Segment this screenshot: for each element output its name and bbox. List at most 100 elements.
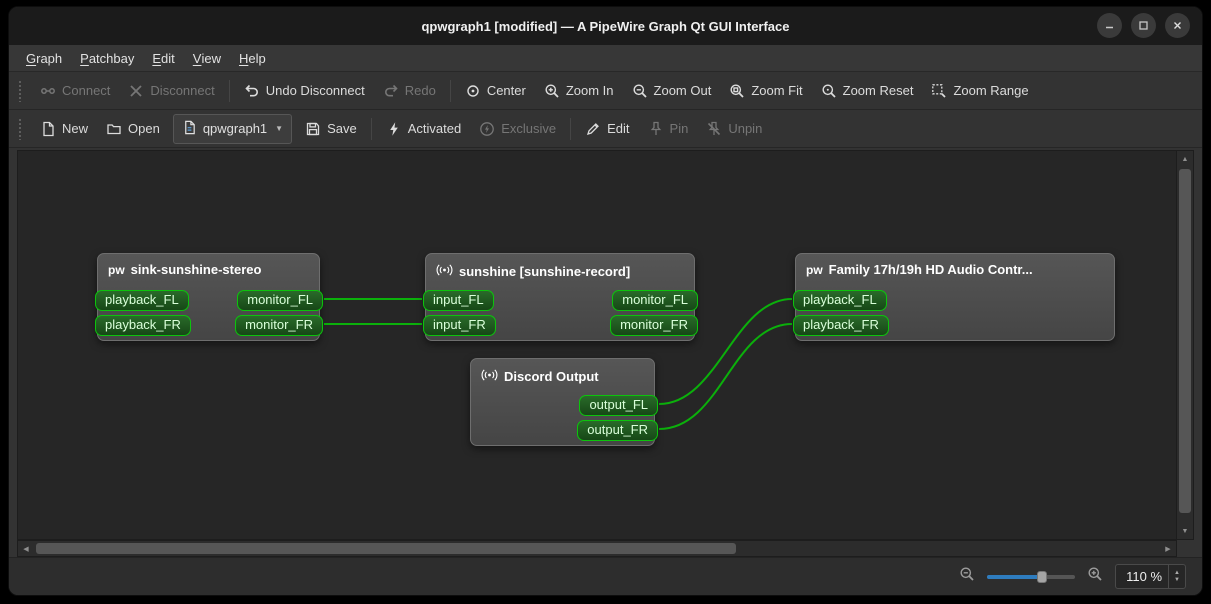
titlebar[interactable]: qpwgraph1 [modified] — A PipeWire Graph …: [9, 7, 1202, 45]
spin-up-arrow[interactable]: ▲: [1174, 570, 1180, 576]
node-family-hd-audio[interactable]: pw Family 17h/19h HD Audio Contr... play…: [793, 253, 1115, 341]
zoom-percent-value: 110 %: [1126, 569, 1163, 584]
open-button[interactable]: Open: [97, 115, 169, 143]
menubar: Graph Patchbay Edit View Help: [9, 45, 1202, 72]
menu-graph[interactable]: Graph: [17, 45, 71, 71]
unpin-icon: [706, 121, 722, 137]
scroll-right-arrow[interactable]: ▶: [1160, 541, 1176, 557]
connection-wires: [324, 298, 793, 430]
node-header: sunshine [sunshine-record]: [426, 254, 694, 285]
redo-icon: [383, 83, 399, 99]
zoom-slider-fill: [987, 574, 1042, 579]
node-header: pw Family 17h/19h HD Audio Contr...: [796, 254, 1114, 281]
menu-edit[interactable]: Edit: [143, 45, 183, 71]
window-title: qpwgraph1 [modified] — A PipeWire Graph …: [421, 18, 790, 34]
horizontal-scrollbar-row: ◀ ▶: [9, 540, 1202, 557]
save-icon: [305, 121, 321, 137]
exclusive-icon: [479, 121, 495, 137]
connect-button[interactable]: Connect: [31, 77, 119, 105]
horizontal-scrollbar[interactable]: ◀ ▶: [17, 540, 1177, 557]
zoom-range-button[interactable]: Zoom Range: [922, 77, 1037, 105]
node-title-text: sink-sunshine-stereo: [130, 262, 262, 277]
zoom-reset-icon: [821, 83, 837, 99]
edit-button[interactable]: Edit: [576, 115, 638, 143]
patchbay-selector[interactable]: qpwgraph1 ▼: [172, 113, 293, 144]
open-folder-icon: [106, 121, 122, 137]
scrollbar-corner: [1177, 540, 1194, 557]
statusbar: 110 % ▲ ▼: [9, 557, 1202, 595]
disconnect-button[interactable]: Disconnect: [119, 77, 223, 105]
graph-port-input[interactable]: playback_FL: [793, 290, 887, 311]
node-header: Discord Output: [471, 359, 654, 390]
graph-port-output[interactable]: monitor_FL: [237, 290, 323, 311]
node-discord-output[interactable]: Discord Output output_FL output_FR: [470, 358, 658, 446]
zoom-slider-handle[interactable]: [1036, 570, 1047, 583]
toolbar-drag-handle[interactable]: [18, 79, 23, 102]
center-button[interactable]: Center: [456, 77, 535, 105]
minimize-button[interactable]: [1097, 13, 1122, 38]
toolbar-separator: [228, 79, 230, 102]
graph-port-input[interactable]: input_FL: [423, 290, 494, 311]
unpin-button[interactable]: Unpin: [697, 115, 771, 143]
graph-port-input[interactable]: input_FR: [423, 315, 496, 336]
undo-icon: [244, 83, 260, 99]
scroll-down-arrow[interactable]: ▼: [1177, 523, 1193, 539]
center-icon: [465, 83, 481, 99]
menu-view[interactable]: View: [184, 45, 230, 71]
maximize-button[interactable]: [1131, 13, 1156, 38]
menu-help[interactable]: Help: [230, 45, 275, 71]
edit-pencil-icon: [585, 121, 601, 137]
pin-icon: [648, 121, 664, 137]
graph-canvas[interactable]: pw sink-sunshine-stereo playback_FL play…: [17, 150, 1177, 540]
connect-icon: [40, 83, 56, 99]
zoom-out-small-icon[interactable]: [959, 566, 975, 587]
new-button[interactable]: New: [31, 115, 97, 143]
zoom-in-icon: [544, 83, 560, 99]
zoom-in-small-icon[interactable]: [1087, 566, 1103, 587]
pipewire-icon: pw: [108, 262, 125, 277]
graph-port-output[interactable]: output_FL: [579, 395, 658, 416]
vertical-scroll-thumb[interactable]: [1179, 169, 1191, 513]
graph-port-output[interactable]: monitor_FR: [235, 315, 323, 336]
scroll-up-arrow[interactable]: ▲: [1177, 151, 1193, 167]
activated-toggle[interactable]: Activated: [377, 115, 470, 143]
graph-port-output[interactable]: monitor_FR: [610, 315, 698, 336]
spin-down-arrow[interactable]: ▼: [1174, 577, 1180, 583]
activated-icon: [386, 121, 402, 137]
close-button[interactable]: [1165, 13, 1190, 38]
exclusive-toggle[interactable]: Exclusive: [470, 115, 565, 143]
vertical-scrollbar[interactable]: ▲ ▼: [1177, 150, 1194, 540]
toolbar-drag-handle[interactable]: [18, 117, 23, 140]
zoom-in-button[interactable]: Zoom In: [535, 77, 623, 105]
redo-button[interactable]: Redo: [374, 77, 445, 105]
save-button[interactable]: Save: [296, 115, 366, 143]
toolbar-separator: [449, 79, 451, 102]
zoom-fit-button[interactable]: Zoom Fit: [720, 77, 811, 105]
node-sink-sunshine-stereo[interactable]: pw sink-sunshine-stereo playback_FL play…: [95, 253, 323, 341]
chevron-down-icon: ▼: [275, 123, 284, 133]
zoom-range-icon: [931, 83, 947, 99]
spinbox-arrows: ▲ ▼: [1168, 565, 1185, 588]
graph-port-output[interactable]: monitor_FL: [612, 290, 698, 311]
zoom-percent-spinbox[interactable]: 110 % ▲ ▼: [1115, 564, 1186, 589]
content-area: pw sink-sunshine-stereo playback_FL play…: [9, 148, 1202, 540]
pin-button[interactable]: Pin: [639, 115, 698, 143]
graph-port-input[interactable]: playback_FR: [95, 315, 191, 336]
graph-port-input[interactable]: playback_FR: [793, 315, 889, 336]
window-controls: [1097, 13, 1190, 38]
app-window: qpwgraph1 [modified] — A PipeWire Graph …: [8, 6, 1203, 596]
node-sunshine-record[interactable]: sunshine [sunshine-record] input_FL inpu…: [423, 253, 698, 341]
toolbar-main: Connect Disconnect Undo Disconnect Redo …: [9, 72, 1202, 110]
zoom-slider[interactable]: [987, 570, 1076, 584]
horizontal-scroll-thumb[interactable]: [36, 543, 736, 554]
undo-disconnect-button[interactable]: Undo Disconnect: [235, 77, 374, 105]
patchbay-file-icon: [182, 120, 197, 138]
zoom-out-button[interactable]: Zoom Out: [623, 77, 721, 105]
node-title-text: Family 17h/19h HD Audio Contr...: [828, 262, 1033, 277]
zoom-reset-button[interactable]: Zoom Reset: [812, 77, 923, 105]
graph-port-input[interactable]: playback_FL: [95, 290, 189, 311]
toolbar-separator: [370, 117, 372, 140]
scroll-left-arrow[interactable]: ◀: [18, 541, 34, 557]
graph-port-output[interactable]: output_FR: [577, 420, 658, 441]
menu-patchbay[interactable]: Patchbay: [71, 45, 143, 71]
